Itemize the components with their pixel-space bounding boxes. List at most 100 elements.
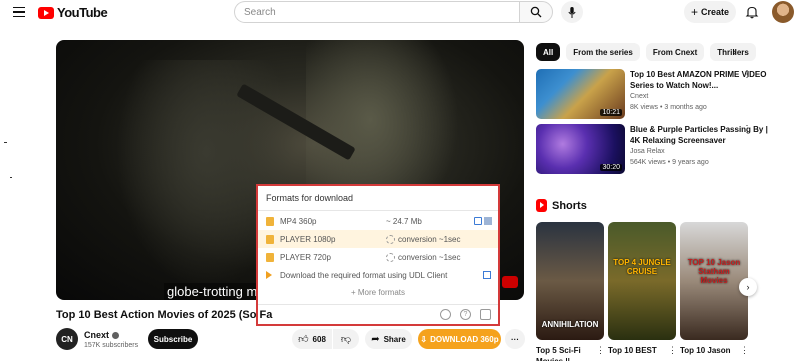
format-row-player-720p[interactable]: PLAYER 720p conversion ~1sec [258,248,498,266]
shorts-next-chevron-icon[interactable]: › [739,278,757,296]
gear-icon [386,252,395,262]
top-bar: YouTube Search + Create [0,0,800,28]
external-link-icon[interactable] [483,271,491,279]
format-row-mp4-360p[interactable]: MP4 360p ~ 24.7 Mb [258,212,498,230]
hamburger-menu-icon[interactable] [13,7,25,18]
notifications-bell-icon[interactable] [745,5,759,19]
short-thumbnail[interactable]: TOP 10 Jason Statham Movies [680,222,748,340]
verified-badge-icon [112,331,120,339]
divider [258,210,498,211]
short-title[interactable]: Top 5 Sci-Fi Movies || [536,345,594,361]
short-thumbnail[interactable]: ANNIHILATION [536,222,604,340]
more-options-icon[interactable]: ⋮ [740,345,749,356]
youtube-watermark-icon[interactable] [502,276,518,288]
user-avatar[interactable] [772,1,794,23]
short-caption: ANNIHILATION [541,320,599,329]
subscriber-count: 157K subscribers [84,342,139,349]
thumbs-up-icon: 👍︎ [298,334,309,345]
chip-from-the-series[interactable]: From the series [566,43,640,61]
edge-mark [4,142,7,143]
format-size: ~ 24.7 Mb [386,216,422,226]
channel-name[interactable]: Cnext [84,330,109,340]
recommendation-channel[interactable]: Cnext [630,93,648,100]
youtube-logo[interactable]: YouTube [38,5,108,20]
shorts-heading-text: Shorts [552,199,587,212]
subscribe-button[interactable]: Subscribe [148,329,198,349]
udl-text: Download the required format using UDL C… [280,270,448,280]
chip-all[interactable]: All [536,43,561,61]
create-label: Create [701,7,730,17]
search-button[interactable] [519,1,553,23]
shorts-heading: Shorts [536,199,587,212]
conversion-status: conversion ~1sec [386,252,460,262]
download-manager-icon[interactable] [480,309,491,320]
conversion-text: conversion ~1sec [398,234,461,244]
chevron-right-icon[interactable]: › [733,47,736,58]
short-title[interactable]: Top 10 Jason [680,345,738,356]
format-row-player-1080p[interactable]: PLAYER 1080p conversion ~1sec [258,230,498,248]
voice-search-button[interactable] [561,1,583,23]
short-thumbnail[interactable]: TOP 4 JUNGLE CRUISE [608,222,676,340]
edge-mark [10,177,12,178]
copy-link-icon[interactable] [474,217,482,225]
short-title[interactable]: Top 10 BEST [608,345,666,356]
share-button[interactable]: ➦ Share [365,329,412,349]
conversion-status: conversion ~1sec [386,234,461,244]
share-label: Share [383,334,406,344]
more-options-icon[interactable]: ⋮ [596,345,605,356]
channel-avatar[interactable]: CN [56,328,78,350]
channel-name-row[interactable]: Cnext [84,330,120,340]
video-caption: globe-trotting mis [164,283,270,300]
recommendation-meta: 564K views • 9 years ago [630,159,709,166]
more-options-icon[interactable]: ⋮ [742,124,752,135]
plus-icon: + [690,5,698,19]
filter-chips: All From the series From Cnext Thrillers [536,43,756,61]
recommendation-item[interactable]: 30:20 Blue & Purple Particles Passing By… [536,124,792,174]
settings-gear-icon[interactable] [440,309,451,320]
thumbs-down-icon: 👎︎ [340,334,352,345]
like-count: 608 [312,334,326,344]
short-caption: TOP 4 JUNGLE CRUISE [613,258,671,276]
search-input[interactable]: Search [234,1,520,23]
download-label: DOWNLOAD 360p [430,334,499,344]
chip-from-cnext[interactable]: From Cnext [645,43,705,61]
download-formats-popup: Formats for download MP4 360p ~ 24.7 Mb … [256,184,500,326]
short-caption: TOP 10 Jason Statham Movies [687,258,741,285]
format-name: PLAYER 720p [280,252,331,262]
file-icon [266,234,274,244]
popup-title: Formats for download [266,193,354,203]
youtube-play-icon [38,6,54,19]
udl-client-row[interactable]: Download the required format using UDL C… [258,266,498,284]
format-name: MP4 360p [280,216,317,226]
download-button[interactable]: ⇩ DOWNLOAD 360p [418,329,501,349]
search-icon [530,6,542,18]
logo-text: YouTube [57,5,108,20]
divider [258,304,498,305]
share-arrow-icon: ➦ [371,333,380,345]
duration-badge: 10:21 [600,109,622,116]
more-actions-icon[interactable]: ··· [505,329,525,349]
more-options-icon[interactable]: ⋮ [742,69,752,80]
dislike-button[interactable]: 👎︎ [333,329,359,349]
recommendation-meta: 8K views • 3 months ago [630,104,707,111]
more-formats-link[interactable]: + More formats [258,288,498,297]
udl-play-icon [266,271,272,279]
video-thumbnail[interactable]: 10:21 [536,69,625,119]
recommendation-item[interactable]: 10:21 Top 10 Best AMAZON PRIME VIDEO Ser… [536,69,792,119]
gear-icon [386,234,395,244]
recommendation-channel[interactable]: Josa Relax [630,148,665,155]
microphone-icon [568,6,576,18]
video-thumbnail[interactable]: 30:20 [536,124,625,174]
video-title: Top 10 Best Action Movies of 2025 (So Fa [56,309,273,321]
save-icon[interactable] [484,217,492,225]
file-icon [266,252,274,262]
create-button[interactable]: + Create [684,1,736,23]
shorts-logo-icon [536,199,547,212]
like-button[interactable]: 👍︎ 608 [292,329,332,349]
download-arrow-icon: ⇩ [420,334,428,344]
file-icon [266,216,274,226]
more-options-icon[interactable]: ⋮ [668,345,677,356]
duration-badge: 30:20 [600,164,622,171]
help-icon[interactable]: ? [460,309,471,320]
format-name: PLAYER 1080p [280,234,336,244]
